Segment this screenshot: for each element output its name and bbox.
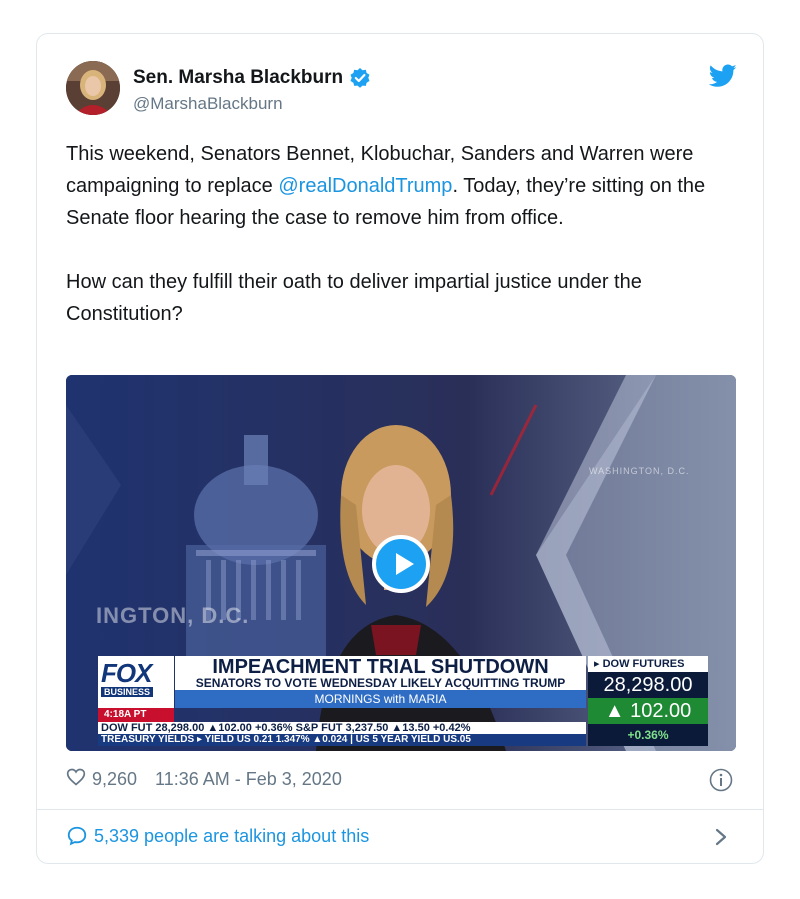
watermark-right: WASHINGTON, D.C. <box>589 466 690 476</box>
dow-percent: +0.36% <box>627 728 669 742</box>
play-icon[interactable] <box>372 535 430 593</box>
yields-ticker: TREASURY YIELDS ▸ YIELD US 0.21 1.347% ▲… <box>98 734 586 746</box>
author-name-row: Sen. Marsha Blackburn <box>133 67 371 89</box>
avatar[interactable] <box>66 61 120 115</box>
info-icon[interactable] <box>709 768 733 792</box>
tweet-card: Sen. Marsha Blackburn @MarshaBlackburn T… <box>36 33 764 864</box>
divider <box>37 809 763 810</box>
heart-icon[interactable] <box>66 767 92 792</box>
mention-link[interactable]: @realDonaldTrump <box>278 175 452 197</box>
conversation-link[interactable]: 5,339 people are talking about this <box>66 825 369 847</box>
like-count[interactable]: 9,260 <box>92 769 137 790</box>
dow-label: ▸ DOW FUTURES <box>588 656 708 672</box>
network-name: FOX <box>101 658 152 688</box>
tweet-timestamp[interactable]: 11:36 AM - Feb 3, 2020 <box>155 769 342 790</box>
tweet-paragraph-1: This weekend, Senators Bennet, Klobuchar… <box>66 138 726 234</box>
conversation-count[interactable]: 5,339 people are talking about this <box>94 826 369 847</box>
dow-value: 28,298.00 <box>603 674 693 696</box>
dow-futures-box: ▸ DOW FUTURES 28,298.00 ▲ 102.00 +0.36% <box>588 656 708 746</box>
author-handle[interactable]: @MarshaBlackburn <box>133 94 283 114</box>
tweet-paragraph-2: How can they fulfill their oath to deliv… <box>66 271 642 325</box>
network-logo: FOX BUSINESS <box>98 656 174 708</box>
show-name: MORNINGS with MARIA <box>175 690 586 708</box>
chevron-right-icon[interactable] <box>713 827 729 847</box>
tweet-meta: 9,260 11:36 AM - Feb 3, 2020 <box>66 767 342 792</box>
video-player[interactable]: INGTON, D.C. WASHINGTON, D.C. FOX BUSINE… <box>66 375 736 751</box>
watermark-left: INGTON, D.C. <box>96 603 250 628</box>
speech-bubble-icon <box>67 826 87 846</box>
tweet-text: This weekend, Senators Bennet, Klobuchar… <box>66 138 726 330</box>
author-name[interactable]: Sen. Marsha Blackburn <box>133 67 343 89</box>
dow-change: ▲ 102.00 <box>588 698 708 724</box>
twitter-bird-icon[interactable] <box>708 64 737 88</box>
headline-box: IMPEACHMENT TRIAL SHUTDOWN SENATORS TO V… <box>175 656 586 690</box>
market-ticker: DOW FUT 28,298.00 ▲102.00 +0.36% S&P FUT… <box>98 722 586 734</box>
verified-badge-icon <box>349 67 371 89</box>
broadcast-time: 4:18A PT <box>98 708 174 722</box>
chyron-headline: IMPEACHMENT TRIAL SHUTDOWN <box>212 656 549 678</box>
news-chyron: FOX BUSINESS 4:18A PT IMPEACHMENT TRIAL … <box>98 656 708 746</box>
chyron-subheadline: SENATORS TO VOTE WEDNESDAY LIKELY ACQUIT… <box>195 676 566 690</box>
network-sub: BUSINESS <box>101 687 154 697</box>
